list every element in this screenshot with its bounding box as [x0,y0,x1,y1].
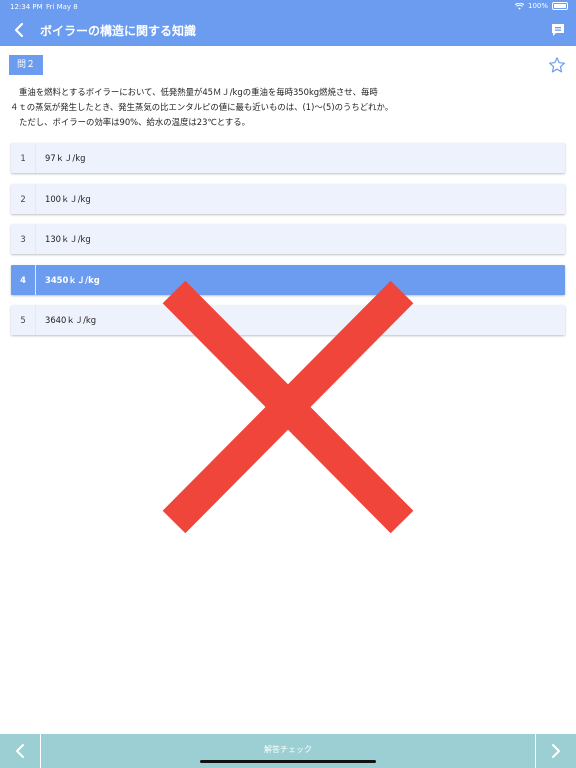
choice-number: 5 [11,305,36,335]
nav-bar: ボイラーの構造に関する知識 [0,14,576,46]
battery-icon [552,2,568,10]
choice-text: 3450ｋＪ/kg [45,274,100,285]
bottom-bar: 解答チェック [0,734,576,768]
page-title: ボイラーの構造に関する知識 [40,24,197,38]
chevron-left-icon[interactable] [8,18,32,42]
question-line: ４ｔの蒸気が発生したとき、発生蒸気の比エンタルピの値に最も近いものは、(1)〜(… [10,102,394,112]
question-line: ただし、ボイラーの効率は90%、給水の温度は23℃とする。 [19,117,251,127]
choice-text: 3640ｋＪ/kg [45,315,97,325]
status-time: 12:34 PM [10,3,43,11]
question-line: 重油を燃料とするボイラーにおいて、低発熱量が45ＭＪ/kgの重油を毎時350kg… [19,87,378,97]
status-bar: 12:34 PM Fri May 8 100% [0,0,576,14]
chevron-right-icon[interactable] [535,734,576,768]
choice-text: 130ｋＪ/kg [45,234,91,244]
home-indicator [200,760,376,763]
status-right: 100% [514,2,568,10]
choice-number: 3 [11,224,36,254]
choice-item[interactable]: 1 97ｋＪ/kg [11,143,565,173]
star-icon[interactable] [548,56,566,74]
choice-item[interactable]: 3 130ｋＪ/kg [11,224,565,254]
choice-item[interactable]: 2 100ｋＪ/kg [11,183,565,214]
choice-number: 4 [11,264,36,295]
choice-number: 1 [11,143,36,173]
comment-icon[interactable] [548,20,568,40]
choice-text: 97ｋＪ/kg [45,153,86,163]
answer-check-button[interactable]: 解答チェック [0,744,576,755]
wifi-icon [514,2,524,10]
incorrect-x-icon [162,280,414,534]
choice-number: 2 [11,183,36,214]
question-text: 重油を燃料とするボイラーにおいて、低発熱量が45ＭＪ/kgの重油を毎時350kg… [10,85,550,130]
question-number-badge: 問２ [9,55,43,75]
battery-percent: 100% [527,2,548,10]
choice-text: 100ｋＪ/kg [45,193,91,204]
status-date: Fri May 8 [46,3,78,11]
